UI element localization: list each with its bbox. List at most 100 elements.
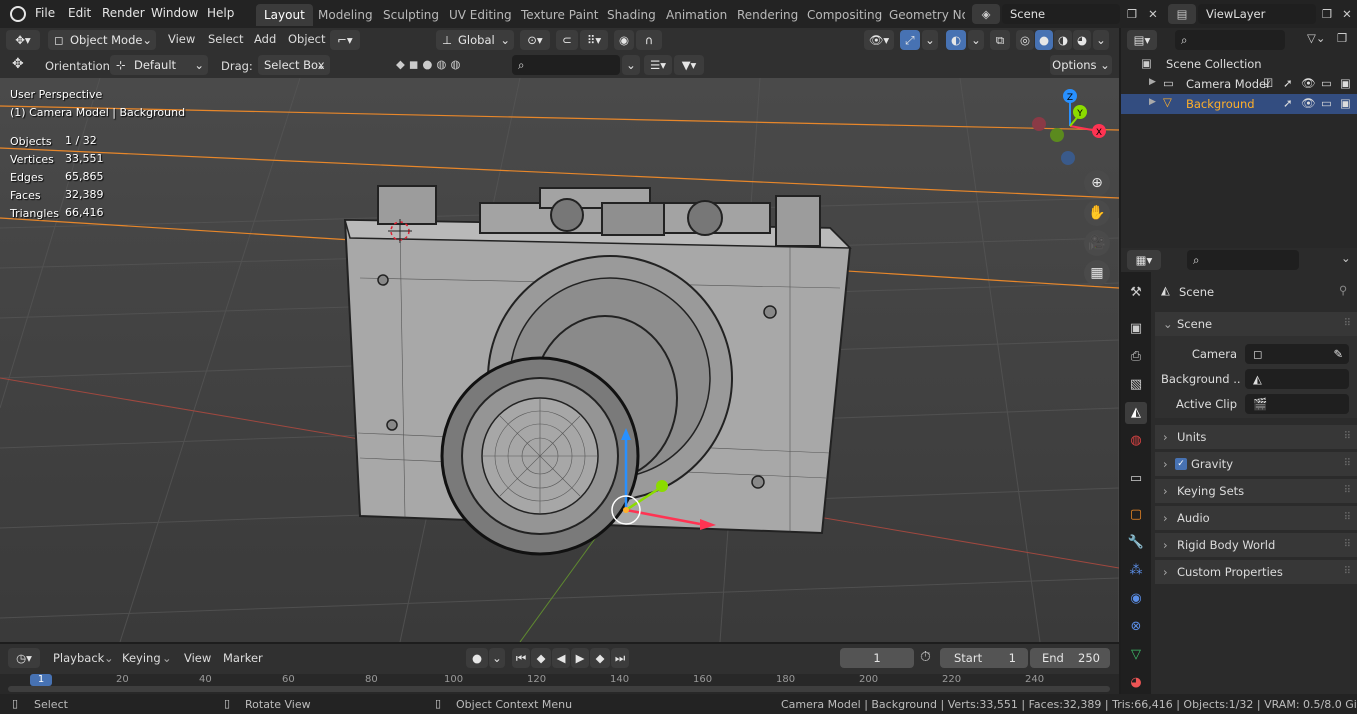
zoom-view-icon[interactable]: ⊕ <box>1084 170 1110 196</box>
drag-handle-icon[interactable]: ⠿ <box>1344 452 1351 476</box>
start-frame-field[interactable]: Start 1 <box>940 648 1028 668</box>
tab-layout[interactable]: Layout <box>256 4 313 26</box>
selectable-icon[interactable]: ➚ <box>1283 96 1293 110</box>
visibility-icon[interactable]: 👁▾ <box>864 30 894 50</box>
snap-element-icon[interactable]: ⠿▾ <box>580 30 608 50</box>
scene-selector-icon[interactable]: ◈ <box>972 4 1000 24</box>
view-layer-tab-icon[interactable]: ▧ <box>1125 374 1147 396</box>
play-button[interactable]: ▶ <box>571 648 589 668</box>
wireframe-shading-icon[interactable]: ◎ <box>1016 30 1034 50</box>
playhead[interactable]: 1 <box>30 674 52 686</box>
render-camera-icon[interactable]: ▣ <box>1340 96 1351 110</box>
keying-sets-panel-header[interactable]: › Keying Sets ⠿ <box>1155 479 1357 503</box>
scene-panel-header[interactable]: ⌄ Scene ⠿ <box>1155 312 1357 336</box>
material-tab-icon[interactable]: ◕ <box>1125 672 1147 694</box>
tab-rendering[interactable]: Rendering <box>729 4 806 26</box>
viewport-search-field[interactable]: ⌕ <box>512 55 620 75</box>
tab-texture-paint[interactable]: Texture Paint <box>513 4 606 26</box>
falloff-curve-icon[interactable]: ∩ <box>636 30 662 50</box>
snap-target-icon[interactable]: ⌐▾ <box>330 30 360 50</box>
stopwatch-icon[interactable]: ⏱ <box>920 649 931 665</box>
active-clip-field[interactable]: 🎬 <box>1245 394 1349 414</box>
timeline-editor-type-icon[interactable]: ◷▾ <box>8 648 40 668</box>
drag-handle-icon[interactable]: ⠿ <box>1344 560 1351 584</box>
outliner-filter-icon[interactable]: ▽⌄ <box>1307 31 1325 45</box>
pin-icon[interactable]: ⚲ <box>1339 283 1347 297</box>
units-panel-header[interactable]: › Units ⠿ <box>1155 425 1357 449</box>
rigid-body-panel-header[interactable]: › Rigid Body World ⠿ <box>1155 533 1357 557</box>
tab-uv-editing[interactable]: UV Editing <box>441 4 520 26</box>
drag-handle-icon[interactable]: ⠿ <box>1344 533 1351 557</box>
background-scene-field[interactable]: ◭ <box>1245 369 1349 389</box>
viewport-disable-icon[interactable]: ▭ <box>1321 76 1332 90</box>
scene-tab-icon[interactable]: ◭ <box>1125 402 1147 424</box>
timeline-view-menu[interactable]: View <box>184 651 211 665</box>
particles-tab-icon[interactable]: ⁂ <box>1125 560 1147 582</box>
proportional-edit-icon[interactable]: ◉ <box>614 30 634 50</box>
audio-panel-header[interactable]: › Audio ⠿ <box>1155 506 1357 530</box>
menu-help[interactable]: Help <box>207 6 234 22</box>
expand-arrow-icon[interactable]: ▶ <box>1149 97 1156 107</box>
drag-dropdown[interactable]: Select Box ⌄ <box>258 55 330 75</box>
properties-editor-type-icon[interactable]: ▦▾ <box>1127 250 1161 270</box>
eye-icon[interactable]: 👁 <box>1301 96 1316 110</box>
timeline-scrollbar[interactable] <box>8 686 1110 692</box>
physics-tab-icon[interactable]: ◉ <box>1125 588 1147 610</box>
scene-collection-label[interactable]: Scene Collection <box>1166 57 1262 71</box>
outliner-search-field[interactable]: ⌕ <box>1175 30 1285 50</box>
render-camera-icon[interactable]: ▣ <box>1340 76 1351 90</box>
remove-view-layer-icon[interactable]: ✕ <box>1338 4 1356 24</box>
gravity-panel-header[interactable]: › ✓ Gravity ⠿ <box>1155 452 1357 476</box>
viewport-disable-icon[interactable]: ▭ <box>1321 96 1332 110</box>
world-tab-icon[interactable]: ◍ <box>1125 430 1147 452</box>
end-frame-field[interactable]: End 250 <box>1030 648 1110 668</box>
checkbox-icon[interactable]: ☑ <box>1263 76 1273 90</box>
mode-dropdown[interactable]: Object Mode ◻ ⌄ <box>48 30 156 50</box>
play-reverse-button[interactable]: ◀ <box>552 648 570 668</box>
editor-type-button[interactable]: ✥▾ <box>6 30 40 50</box>
keying-menu[interactable]: Keying <box>122 651 161 665</box>
drag-handle-icon[interactable]: ⠿ <box>1344 425 1351 449</box>
properties-search-field[interactable]: ⌕ <box>1187 250 1299 270</box>
selectable-icon[interactable]: ➚ <box>1283 76 1293 90</box>
3d-viewport[interactable]: User Perspective (1) Camera Model | Back… <box>0 78 1119 642</box>
options-dropdown[interactable]: Options ⌄ <box>1050 55 1112 75</box>
pivot-point-icon[interactable]: ⊙▾ <box>520 30 550 50</box>
menu-select[interactable]: Select <box>208 32 243 46</box>
tab-sculpting[interactable]: Sculpting <box>375 4 447 26</box>
drag-handle-icon[interactable]: ⠿ <box>1344 312 1351 336</box>
menu-add[interactable]: Add <box>254 32 276 46</box>
tab-modeling[interactable]: Modeling <box>310 4 381 26</box>
select-filter-icons[interactable]: ◆◼●◍◍ <box>396 57 465 71</box>
gizmo-dropdown-icon[interactable]: ⌄ <box>922 30 938 50</box>
blender-logo-icon[interactable] <box>10 6 26 22</box>
gravity-checkbox[interactable]: ✓ <box>1175 458 1187 470</box>
overlays-toggle-icon[interactable]: ◐ <box>946 30 966 50</box>
menu-file[interactable]: File <box>35 6 55 22</box>
menu-render[interactable]: Render <box>102 6 145 22</box>
solid-shading-icon[interactable]: ● <box>1035 30 1053 50</box>
xray-toggle-icon[interactable]: ⧉ <box>990 30 1010 50</box>
object-tab-icon[interactable]: ▢ <box>1125 504 1147 526</box>
menu-object[interactable]: Object <box>288 32 325 46</box>
custom-properties-panel-header[interactable]: › Custom Properties ⠿ <box>1155 560 1357 584</box>
view-layer-icon[interactable]: ▤ <box>1168 4 1196 24</box>
shading-dropdown-icon[interactable]: ⌄ <box>1093 30 1109 50</box>
perspective-toggle-icon[interactable]: ▦ <box>1084 260 1110 286</box>
output-tab-icon[interactable]: ⎙ <box>1125 346 1147 368</box>
gizmo-toggle-icon[interactable]: ⤢ <box>900 30 920 50</box>
search-dropdown-icon[interactable]: ⌄ <box>622 55 640 75</box>
tab-shading[interactable]: Shading <box>599 4 664 26</box>
orientation-dropdown[interactable]: ⊹ Default ⌄ <box>110 55 208 75</box>
playback-menu[interactable]: Playback <box>53 651 104 665</box>
collection-tab-icon[interactable]: ▭ <box>1125 468 1147 490</box>
tab-animation[interactable]: Animation <box>658 4 735 26</box>
record-keyframe-button[interactable]: ● <box>466 648 488 668</box>
modifier-tab-icon[interactable]: 🔧 <box>1125 532 1147 554</box>
material-shading-icon[interactable]: ◑ <box>1054 30 1072 50</box>
camera-view-icon[interactable]: 🎥 <box>1084 230 1110 256</box>
snap-toggle-icon[interactable]: ⊂ <box>556 30 578 50</box>
next-keyframe-button[interactable]: ◆ <box>590 648 610 668</box>
new-view-layer-icon[interactable]: ❐ <box>1318 4 1336 24</box>
current-frame-field[interactable]: 1 <box>840 648 914 668</box>
